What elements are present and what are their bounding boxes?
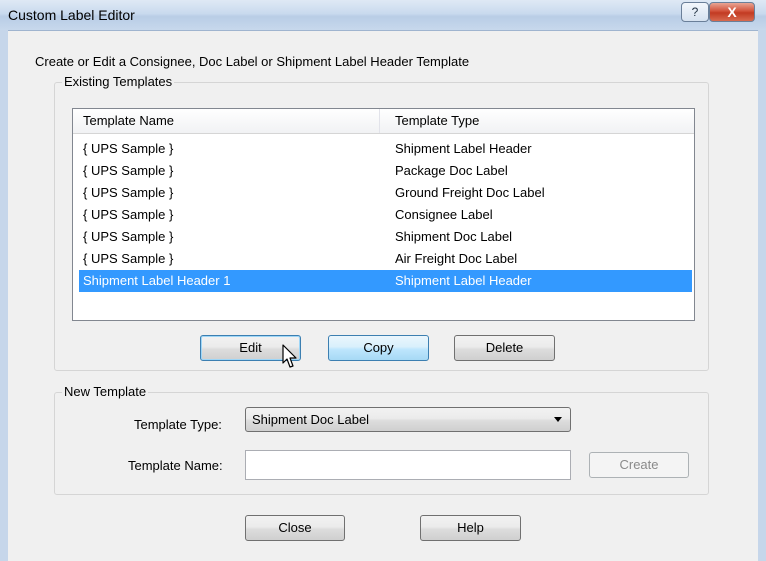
title-close-button[interactable]: X — [709, 2, 755, 22]
column-template-type[interactable]: Template Type — [380, 109, 690, 133]
column-template-name[interactable]: Template Name — [73, 109, 380, 133]
table-row[interactable]: { UPS Sample } Air Freight Doc Label — [79, 248, 692, 270]
question-mark-icon: ? — [691, 5, 699, 19]
templates-list[interactable]: Template Name Template Type { UPS Sample… — [72, 108, 695, 321]
title-bar[interactable]: Custom Label Editor ? X — [0, 0, 766, 31]
edit-button[interactable]: Edit — [200, 335, 301, 361]
table-row[interactable]: { UPS Sample } Ground Freight Doc Label — [79, 182, 692, 204]
delete-button[interactable]: Delete — [454, 335, 555, 361]
title-help-button[interactable]: ? — [681, 2, 709, 22]
list-header: Template Name Template Type — [73, 109, 694, 134]
template-type-cell: Shipment Label Header — [395, 141, 532, 156]
template-type-cell: Consignee Label — [395, 207, 493, 222]
table-row[interactable]: { UPS Sample } Shipment Doc Label — [79, 226, 692, 248]
window-title: Custom Label Editor — [8, 7, 135, 23]
template-name-input[interactable] — [245, 450, 571, 480]
window-frame-left — [0, 30, 8, 561]
template-name-cell: { UPS Sample } — [83, 141, 174, 156]
template-type-value: Shipment Doc Label — [252, 412, 370, 427]
table-row[interactable]: Shipment Label Header 1 Shipment Label He… — [79, 270, 692, 292]
window-frame-right — [758, 30, 766, 561]
create-button[interactable]: Create — [589, 452, 689, 478]
table-row[interactable]: { UPS Sample } Package Doc Label — [79, 160, 692, 182]
template-type-cell: Package Doc Label — [395, 163, 508, 178]
template-type-cell: Ground Freight Doc Label — [395, 185, 545, 200]
template-name-cell: { UPS Sample } — [83, 251, 174, 266]
custom-label-editor-dialog: Custom Label Editor ? X Create or Edit a… — [0, 0, 766, 561]
close-button[interactable]: Close — [245, 515, 345, 541]
template-name-cell: { UPS Sample } — [83, 185, 174, 200]
template-type-cell: Shipment Doc Label — [395, 229, 513, 244]
table-row[interactable]: { UPS Sample } Shipment Label Header — [79, 138, 692, 160]
template-name-cell: Shipment Label Header 1 — [83, 273, 231, 288]
template-type-label: Template Type: — [134, 417, 222, 432]
list-rows: { UPS Sample } Shipment Label Header{ UPS… — [73, 138, 692, 292]
template-name-label: Template Name: — [128, 458, 223, 473]
new-template-label: New Template — [62, 384, 149, 399]
template-type-cell: Shipment Label Header — [395, 273, 532, 288]
dialog-description: Create or Edit a Consignee, Doc Label or… — [35, 54, 470, 69]
table-row[interactable]: { UPS Sample } Consignee Label — [79, 204, 692, 226]
template-type-cell: Air Freight Doc Label — [395, 251, 518, 266]
template-name-cell: { UPS Sample } — [83, 163, 174, 178]
chevron-down-icon — [554, 417, 562, 422]
close-icon: X — [727, 4, 737, 20]
copy-button[interactable]: Copy — [328, 335, 429, 361]
template-type-select[interactable]: Shipment Doc Label — [245, 407, 571, 432]
help-button[interactable]: Help — [420, 515, 521, 541]
existing-templates-label: Existing Templates — [62, 74, 175, 89]
template-name-cell: { UPS Sample } — [83, 229, 174, 244]
template-name-cell: { UPS Sample } — [83, 207, 174, 222]
